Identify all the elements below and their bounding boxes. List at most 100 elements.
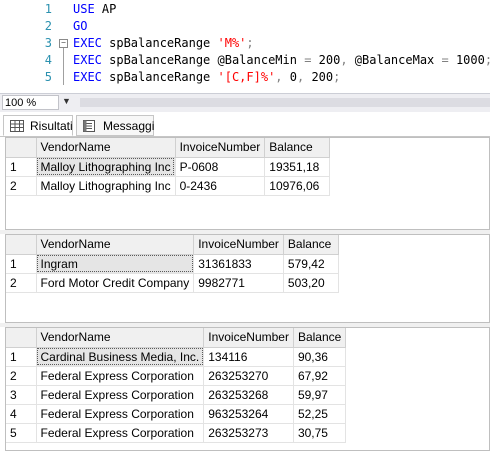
row-number[interactable]: 2: [6, 176, 37, 196]
column-header[interactable]: VendorName: [36, 235, 195, 255]
table-row[interactable]: 5 Federal Express Corporation 263253273 30,…: [6, 423, 347, 443]
row-number[interactable]: 5: [6, 423, 37, 443]
header-row: VendorName InvoiceNumber Balance: [6, 235, 339, 255]
table-cell[interactable]: Federal Express Corporation: [36, 404, 205, 424]
code-text: EXEC spBalanceRange @BalanceMin = 200, @…: [73, 52, 490, 69]
column-header[interactable]: Balance: [264, 138, 331, 158]
table-cell[interactable]: 67,92: [293, 366, 347, 386]
code-token: GO: [73, 19, 88, 33]
table-cell[interactable]: Federal Express Corporation: [36, 423, 205, 443]
code-token: spBalanceRange @BalanceMin: [101, 53, 305, 67]
column-header[interactable]: VendorName: [36, 328, 205, 348]
table-cell[interactable]: 30,75: [293, 423, 347, 443]
code-text: EXEC spBalanceRange 'M%';: [73, 35, 254, 52]
code-text: GO: [73, 18, 87, 35]
zoom-select[interactable]: 100 %: [2, 95, 59, 110]
result-table: VendorName InvoiceNumber Balance 1 Cardinal …: [6, 328, 347, 443]
table-row[interactable]: 3 Federal Express Corporation 263253268 59,…: [6, 385, 347, 405]
column-header[interactable]: InvoiceNumber: [203, 328, 294, 348]
collapse-toggle-icon[interactable]: −: [59, 39, 68, 48]
result-grid-3[interactable]: VendorName InvoiceNumber Balance 1 Cardinal …: [5, 327, 490, 451]
code-line[interactable]: 2 GO: [0, 18, 490, 35]
line-number: 2: [44, 19, 52, 33]
column-header[interactable]: InvoiceNumber: [193, 235, 284, 255]
messages-icon: [83, 120, 95, 132]
code-token: 200: [311, 53, 341, 67]
grid-icon: [10, 120, 24, 132]
code-line[interactable]: 3− EXEC spBalanceRange 'M%';: [0, 35, 490, 52]
row-number[interactable]: 2: [6, 366, 37, 386]
table-cell[interactable]: P-0608: [175, 157, 266, 177]
horizontal-scrollbar[interactable]: [80, 98, 490, 107]
table-cell[interactable]: 263253273: [203, 423, 294, 443]
row-number[interactable]: 3: [6, 385, 37, 405]
table-row[interactable]: 2 Malloy Lithographing Inc 0-2436 10976,06: [6, 176, 331, 196]
code-token: EXEC: [73, 53, 102, 67]
table-row[interactable]: 2 Federal Express Corporation 263253270 67,…: [6, 366, 347, 386]
row-number[interactable]: 2: [6, 273, 37, 293]
table-cell[interactable]: 503,20: [283, 273, 339, 293]
code-token: USE: [73, 2, 95, 16]
table-row[interactable]: 4 Federal Express Corporation 963253264 52,…: [6, 404, 347, 424]
code-token: ,: [275, 70, 283, 84]
table-cell[interactable]: Malloy Lithographing Inc: [36, 157, 176, 177]
editor-status-bar: 100 % ▼: [0, 93, 490, 112]
code-token: spBalanceRange: [101, 36, 218, 50]
line-number: 3: [44, 36, 52, 50]
line-number: 5: [44, 70, 52, 84]
result-table: VendorName InvoiceNumber Balance 1 Ingram 313…: [6, 235, 339, 293]
result-table: VendorName InvoiceNumber Balance 1 Malloy Li…: [6, 138, 331, 196]
table-cell[interactable]: 10976,06: [264, 176, 331, 196]
row-number[interactable]: 1: [6, 347, 37, 367]
table-row[interactable]: 2 Ford Motor Credit Company 9982771 503,20: [6, 273, 339, 293]
table-cell[interactable]: 263253270: [203, 366, 294, 386]
column-header[interactable]: Balance: [293, 328, 347, 348]
corner-cell[interactable]: [6, 235, 37, 255]
code-token: 200: [304, 70, 334, 84]
table-cell[interactable]: Federal Express Corporation: [36, 366, 205, 386]
code-line[interactable]: 1 USE AP: [0, 1, 490, 18]
table-cell[interactable]: Cardinal Business Media, Inc.: [36, 347, 205, 367]
tab-messages[interactable]: Messaggi: [76, 115, 154, 136]
chevron-down-icon[interactable]: ▼: [62, 96, 71, 106]
table-cell[interactable]: 90,36: [293, 347, 347, 367]
table-row[interactable]: 1 Malloy Lithographing Inc P-0608 19351,18: [6, 157, 331, 177]
row-number[interactable]: 4: [6, 404, 37, 424]
query-editor[interactable]: 1 USE AP 2 GO 3− EXEC spBalanceRange 'M%'; 4 EX…: [0, 0, 490, 90]
table-cell[interactable]: 9982771: [193, 273, 284, 293]
table-row[interactable]: 1 Cardinal Business Media, Inc. 134116 90,3…: [6, 347, 347, 367]
code-line[interactable]: 4 EXEC spBalanceRange @BalanceMin = 200, …: [0, 52, 490, 69]
table-cell[interactable]: 263253268: [203, 385, 294, 405]
code-text: USE AP: [73, 1, 116, 18]
line-number: 1: [44, 2, 52, 16]
result-grid-1[interactable]: VendorName InvoiceNumber Balance 1 Malloy Li…: [5, 137, 490, 230]
table-cell[interactable]: 52,25: [293, 404, 347, 424]
code-token: ;: [246, 36, 254, 50]
corner-cell[interactable]: [6, 138, 37, 158]
column-header[interactable]: InvoiceNumber: [175, 138, 266, 158]
table-cell[interactable]: 19351,18: [264, 157, 331, 177]
code-token: ;: [485, 53, 490, 67]
row-number[interactable]: 1: [6, 157, 37, 177]
table-cell[interactable]: Ford Motor Credit Company: [36, 273, 195, 293]
table-cell[interactable]: 579,42: [283, 254, 339, 274]
table-cell[interactable]: Ingram: [36, 254, 195, 274]
table-row[interactable]: 1 Ingram 31361833 579,42: [6, 254, 339, 274]
code-token: =: [441, 53, 449, 67]
tab-results[interactable]: Risultati: [3, 115, 73, 136]
result-grid-2[interactable]: VendorName InvoiceNumber Balance 1 Ingram 313…: [5, 234, 490, 323]
code-token: AP: [94, 2, 117, 16]
table-cell[interactable]: 59,97: [293, 385, 347, 405]
column-header[interactable]: VendorName: [36, 138, 176, 158]
code-text: EXEC spBalanceRange '[C,F]%', 0, 200;: [73, 69, 340, 86]
row-number[interactable]: 1: [6, 254, 37, 274]
table-cell[interactable]: Malloy Lithographing Inc: [36, 176, 176, 196]
code-line[interactable]: 5 EXEC spBalanceRange '[C,F]%', 0, 200;: [0, 69, 490, 86]
table-cell[interactable]: 0-2436: [175, 176, 266, 196]
table-cell[interactable]: 31361833: [193, 254, 284, 274]
table-cell[interactable]: 963253264: [203, 404, 294, 424]
table-cell[interactable]: Federal Express Corporation: [36, 385, 205, 405]
column-header[interactable]: Balance: [283, 235, 339, 255]
table-cell[interactable]: 134116: [203, 347, 294, 367]
corner-cell[interactable]: [6, 328, 37, 348]
